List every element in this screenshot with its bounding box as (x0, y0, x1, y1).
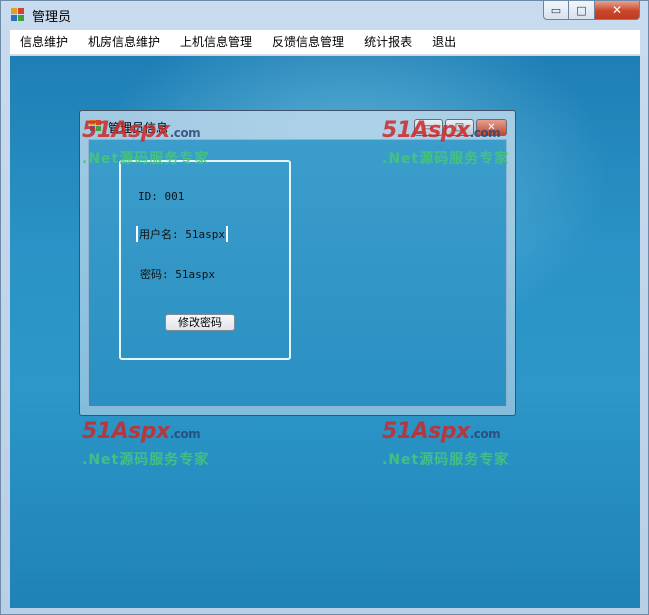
watermark-bottom-left: 51Aspx.com .Net源码服务专家 (82, 419, 232, 473)
admin-info-groupbox: ID: 001 用户名: 51aspx 密码: 51aspx 修改密码 (119, 160, 291, 360)
title-bar[interactable]: 管理员 ▭ □ ✕ (1, 1, 648, 29)
mdi-client-area: 管理员信息 ▭ □ ✕ ID: 001 用户名: 51aspx 密码: 51as… (10, 56, 640, 608)
menu-item-info-maintenance[interactable]: 信息维护 (10, 30, 78, 55)
watermark-suffix: .com (169, 427, 201, 441)
watermark-tagline: .Net源码服务专家 (82, 151, 210, 167)
watermark-suffix: .com (469, 427, 501, 441)
menu-item-room-maintenance[interactable]: 机房信息维护 (78, 30, 170, 55)
menu-bar: 信息维护 机房信息维护 上机信息管理 反馈信息管理 统计报表 退出 (10, 30, 640, 55)
watermark-tagline: .Net源码服务专家 (382, 151, 510, 167)
change-password-button[interactable]: 修改密码 (165, 314, 235, 331)
menu-item-session-management[interactable]: 上机信息管理 (170, 30, 262, 55)
maximize-button[interactable]: □ (569, 1, 595, 20)
watermark-brand: 51Aspx (82, 118, 170, 143)
minimize-button[interactable]: ▭ (543, 1, 569, 20)
watermark-tagline: .Net源码服务专家 (82, 452, 210, 468)
watermark-brand: 51Aspx (382, 419, 470, 444)
app-icon (11, 8, 25, 22)
watermark-tagline: .Net源码服务专家 (382, 452, 510, 468)
watermark-suffix: .com (169, 126, 201, 140)
password-label: 密码: 51aspx (140, 268, 215, 281)
window-title: 管理员 (32, 10, 72, 25)
username-label: 用户名: 51aspx (136, 226, 228, 242)
close-icon: ✕ (611, 3, 623, 17)
watermark-brand: 51Aspx (82, 419, 170, 444)
minimize-icon: ▭ (550, 3, 562, 17)
close-button[interactable]: ✕ (595, 1, 640, 20)
child-client-area: ID: 001 用户名: 51aspx 密码: 51aspx 修改密码 (88, 139, 507, 407)
menu-item-statistics[interactable]: 统计报表 (354, 30, 422, 55)
window-controls: ▭ □ ✕ (543, 1, 640, 21)
watermark-brand: 51Aspx (382, 118, 470, 143)
watermark-top-right: 51Aspx.com .Net源码服务专家 (382, 118, 532, 172)
id-label: ID: 001 (138, 190, 185, 203)
maximize-icon: □ (576, 3, 587, 17)
main-window: 管理员 ▭ □ ✕ 信息维护 机房信息维护 上机信息管理 反馈信息管理 统计报表… (0, 0, 649, 615)
watermark-top-left: 51Aspx.com .Net源码服务专家 (82, 118, 232, 172)
menu-item-feedback-management[interactable]: 反馈信息管理 (262, 30, 354, 55)
watermark-suffix: .com (469, 126, 501, 140)
menu-item-exit[interactable]: 退出 (422, 30, 466, 55)
watermark-bottom-right: 51Aspx.com .Net源码服务专家 (382, 419, 532, 473)
